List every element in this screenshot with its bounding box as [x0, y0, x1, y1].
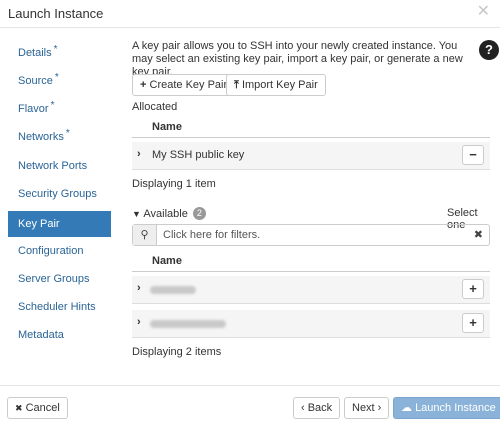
cancel-button[interactable]: ✖ Cancel: [7, 397, 68, 419]
next-button[interactable]: Next ›: [344, 397, 390, 419]
chevron-right-icon[interactable]: ›: [137, 316, 141, 328]
sidebar-item-details[interactable]: Details *: [8, 40, 111, 66]
sidebar-item-metadata[interactable]: Metadata: [8, 322, 111, 348]
modal-footer: ✖ Cancel ‹ Back Next › ☁ Launch Instance: [0, 385, 500, 423]
sidebar-item-server-groups[interactable]: Server Groups: [8, 266, 111, 292]
launch-instance-button[interactable]: ☁ Launch Instance: [393, 397, 500, 419]
required-marker: *: [65, 128, 70, 139]
sidebar-item-label: Scheduler Hints: [18, 301, 96, 313]
chevron-down-icon: ▼: [132, 209, 141, 219]
sidebar-item-label: Security Groups: [18, 188, 97, 200]
button-label: Launch Instance: [415, 402, 496, 414]
import-key-pair-button[interactable]: ⤒ Import Key Pair: [226, 74, 326, 96]
sidebar-item-networks[interactable]: Networks *: [8, 124, 111, 150]
remove-button[interactable]: −: [462, 145, 484, 165]
table-row[interactable]: › +: [132, 310, 490, 338]
key-pair-name-redacted: [150, 286, 196, 294]
table-row[interactable]: › My SSH public key −: [132, 142, 490, 170]
allocated-count: Displaying 1 item: [132, 178, 216, 190]
add-button[interactable]: +: [462, 313, 484, 333]
required-marker: *: [54, 72, 59, 83]
cloud-upload-icon: ☁: [401, 402, 412, 414]
sidebar-item-flavor[interactable]: Flavor *: [8, 96, 111, 122]
modal-title: Launch Instance: [8, 6, 104, 21]
sidebar-item-security-groups[interactable]: Security Groups: [8, 181, 111, 207]
close-icon: ✖: [15, 403, 23, 413]
button-label: Create Key Pair: [149, 79, 228, 91]
sidebar-item-key-pair[interactable]: Key Pair: [8, 211, 111, 237]
modal-header: Launch Instance ✕: [0, 0, 500, 28]
sidebar-item-label: Networks: [18, 131, 64, 143]
available-name-header[interactable]: Name: [132, 250, 490, 272]
filter-input[interactable]: Click here for filters.: [163, 229, 260, 241]
button-label: Cancel: [25, 402, 60, 414]
create-key-pair-button[interactable]: + Create Key Pair: [132, 74, 236, 96]
sidebar-item-label: Key Pair: [18, 218, 60, 230]
key-pair-name: My SSH public key: [152, 149, 245, 161]
key-pair-name-redacted: [150, 320, 226, 328]
plus-icon: +: [140, 79, 147, 91]
chevron-right-icon[interactable]: ›: [137, 282, 141, 294]
sidebar-item-label: Configuration: [18, 245, 84, 257]
available-toggle[interactable]: ▼ Available 2: [132, 207, 206, 220]
available-label: Available: [143, 208, 188, 220]
sidebar-item-label: Source: [18, 75, 53, 87]
allocated-label: Allocated: [132, 101, 178, 113]
button-label: Import Key Pair: [241, 79, 318, 91]
sidebar-item-label: Server Groups: [18, 273, 90, 285]
help-icon[interactable]: ?: [479, 40, 499, 60]
chevron-right-icon[interactable]: ›: [137, 148, 141, 160]
required-marker: *: [53, 44, 58, 55]
upload-icon: ⤒: [234, 79, 239, 91]
back-button[interactable]: ‹ Back: [293, 397, 341, 419]
clear-filter-icon[interactable]: ✖: [474, 228, 483, 241]
sidebar-item-configuration[interactable]: Configuration: [8, 238, 111, 264]
available-count: Displaying 2 items: [132, 346, 222, 358]
sidebar-item-scheduler-hints[interactable]: Scheduler Hints: [8, 294, 111, 320]
sidebar-item-label: Flavor: [18, 103, 49, 115]
required-marker: *: [50, 100, 55, 111]
allocated-name-header[interactable]: Name: [132, 116, 490, 138]
filter-bar[interactable]: ⚲ Click here for filters. ✖: [132, 224, 490, 246]
sidebar-item-network-ports[interactable]: Network Ports: [8, 153, 111, 179]
close-icon[interactable]: ✕: [477, 3, 490, 21]
sidebar-item-label: Details: [18, 47, 52, 59]
count-badge: 2: [192, 207, 206, 220]
sidebar-item-label: Metadata: [18, 329, 64, 341]
sidebar-item-source[interactable]: Source *: [8, 68, 111, 94]
table-row[interactable]: › +: [132, 276, 490, 304]
add-button[interactable]: +: [462, 279, 484, 299]
sidebar-item-label: Network Ports: [18, 160, 88, 172]
search-icon: ⚲: [133, 225, 157, 245]
